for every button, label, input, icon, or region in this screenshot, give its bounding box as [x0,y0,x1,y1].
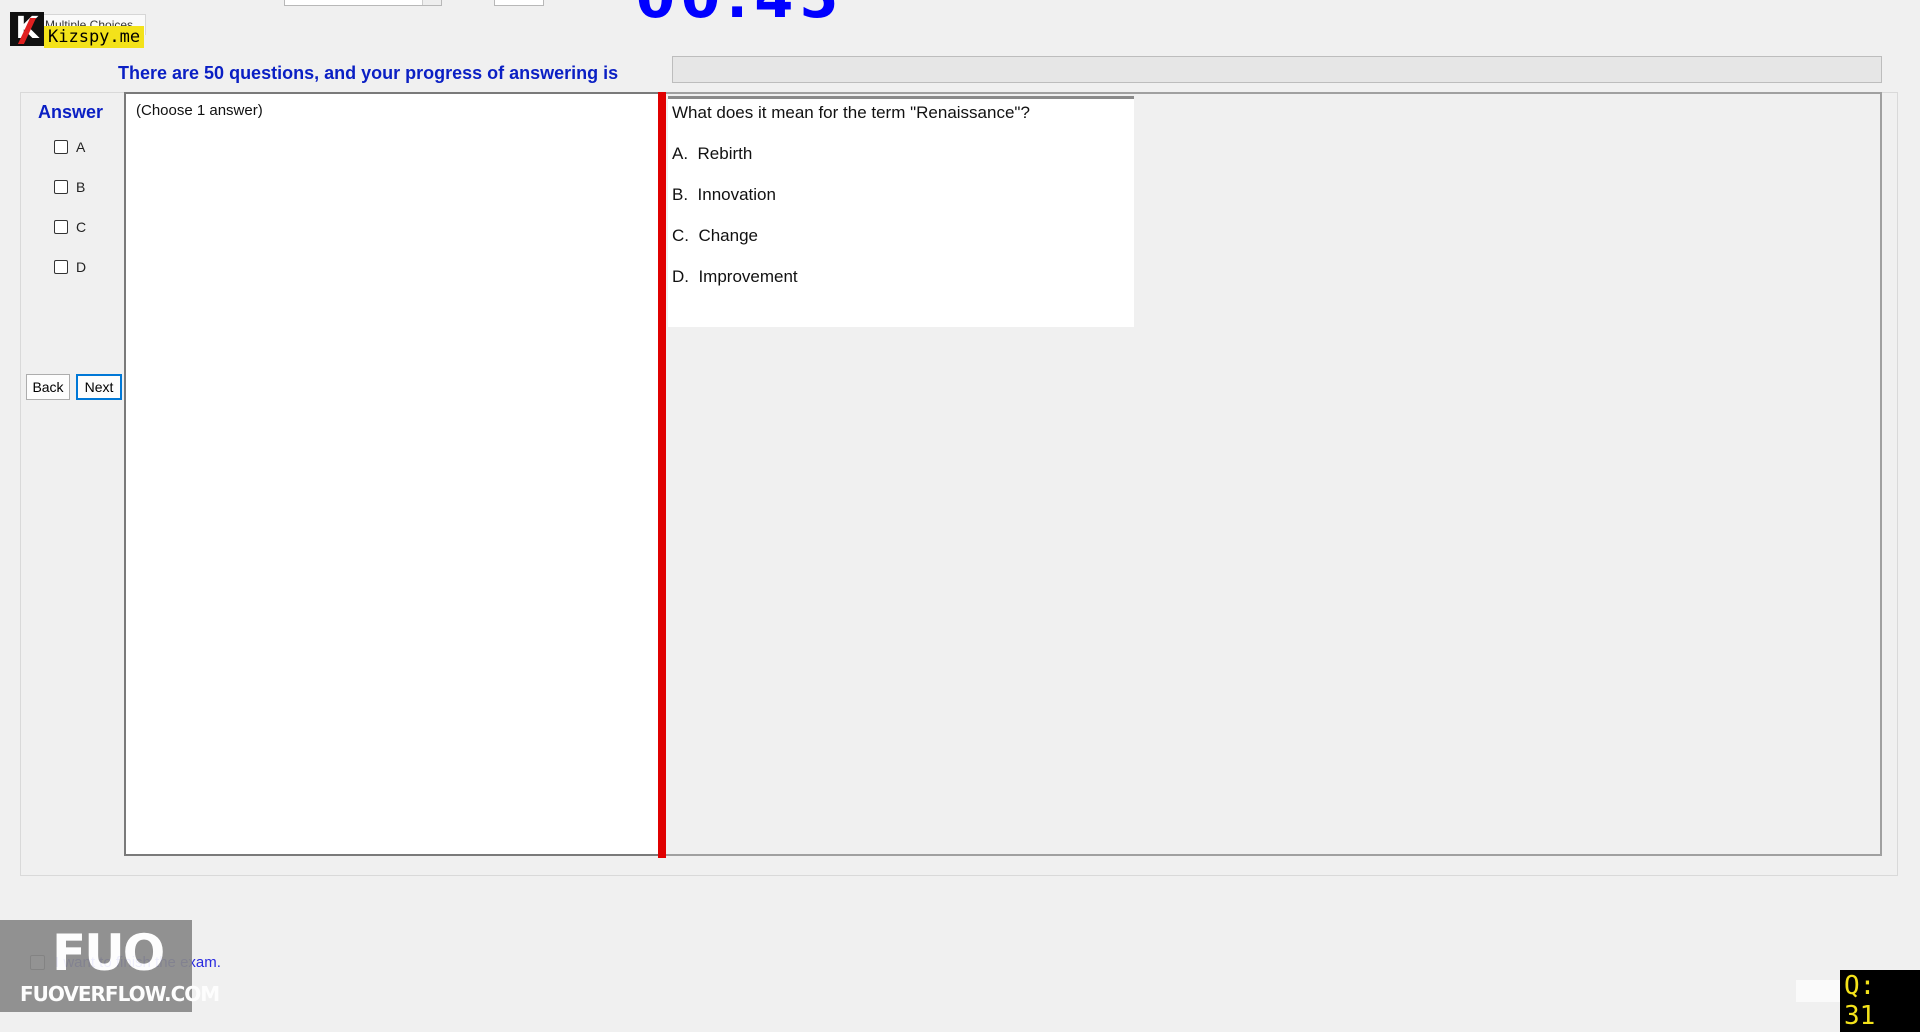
chevron-down-icon [422,0,441,5]
option-c-checkbox[interactable]: C [54,219,86,235]
choice-text: Innovation [697,185,776,204]
question-counter: Q: 31 [1840,970,1920,1032]
kizspy-logo: K Kizspy.me [10,12,145,48]
small-input[interactable] [494,0,544,6]
question-box: What does it mean for the term "Renaissa… [668,96,1134,327]
countdown-timer: 00:45 [636,0,844,31]
choice-letter: A. [672,144,689,163]
checkbox-box[interactable] [54,180,68,194]
status-stub [1796,980,1842,1002]
answer-hint: (Choose 1 answer) [136,102,263,119]
option-label: A [76,139,86,155]
choice-a: A. Rebirth [672,144,752,164]
option-d-checkbox[interactable]: D [54,259,86,275]
fuo-site-text: FUOVERFLOW.COM [20,982,220,1006]
option-b-checkbox[interactable]: B [54,179,85,195]
back-button[interactable]: Back [26,374,70,400]
choice-text: Change [698,226,759,245]
answer-text-panel[interactable]: (Choose 1 answer) [124,92,660,856]
option-label: C [76,219,87,235]
choice-text: Improvement [698,267,798,286]
choice-c: C. Change [672,226,758,246]
choice-d: D. Improvement [672,267,798,287]
progress-label: There are 50 questions, and your progres… [118,63,619,83]
answer-title: Answer [38,102,104,122]
progress-bar [672,56,1882,83]
logo-site-text: Kizspy.me [44,26,145,48]
option-label: D [76,259,87,275]
fuoverflow-watermark: FUO FUOVERFLOW.COM [0,920,220,1012]
k-logo-icon: K [10,12,44,46]
option-a-checkbox[interactable]: A [54,139,85,155]
choice-text: Rebirth [697,144,753,163]
exam-combo[interactable] [284,0,442,6]
panel-splitter[interactable] [658,92,666,858]
next-button[interactable]: Next [76,374,122,400]
choice-letter: B. [672,185,689,204]
choice-b: B. Innovation [672,185,776,205]
choice-letter: D. [672,267,689,286]
checkbox-box[interactable] [54,220,68,234]
question-text: What does it mean for the term "Renaissa… [672,103,1030,122]
option-label: B [76,179,86,195]
checkbox-box[interactable] [54,140,68,154]
checkbox-box[interactable] [54,260,68,274]
choice-letter: C. [672,226,689,245]
fuo-logo-text: FUO [52,924,165,982]
